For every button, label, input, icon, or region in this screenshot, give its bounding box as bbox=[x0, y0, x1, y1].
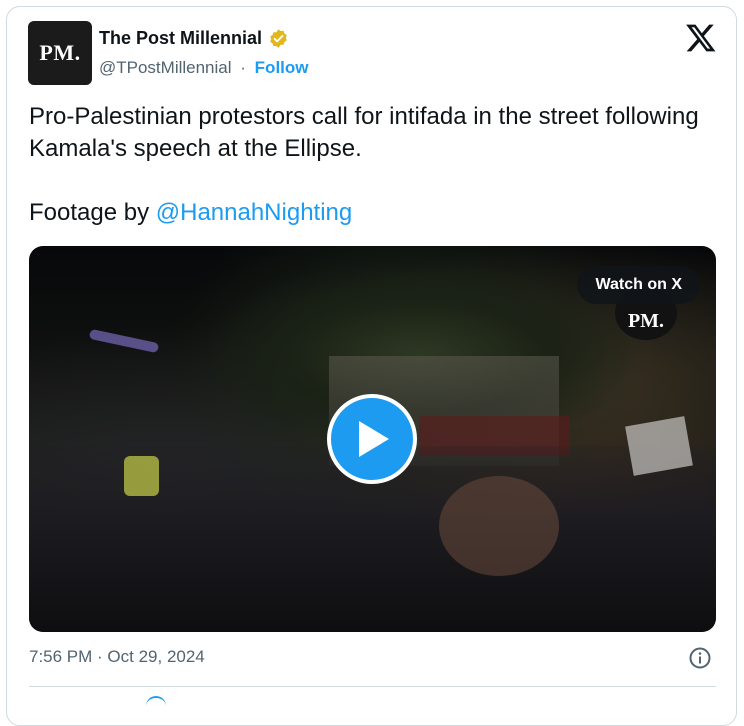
x-logo-icon[interactable] bbox=[684, 22, 716, 54]
handle-row: @TPostMillennial · Follow bbox=[99, 58, 309, 78]
tweet-body: Pro-Palestinian protestors call for inti… bbox=[29, 103, 699, 162]
avatar[interactable]: PM. bbox=[28, 21, 92, 85]
watermark-text: PM. bbox=[627, 309, 665, 332]
tweet-footage-line: Footage by @HannahNighting bbox=[29, 197, 719, 229]
play-button[interactable] bbox=[327, 394, 417, 484]
info-icon[interactable] bbox=[688, 646, 712, 670]
account-name[interactable]: The Post Millennial bbox=[99, 28, 262, 49]
divider bbox=[29, 686, 716, 687]
mention-link[interactable]: @HannahNighting bbox=[156, 199, 353, 226]
account-name-row[interactable]: The Post Millennial bbox=[99, 28, 289, 49]
footage-prefix: Footage by bbox=[29, 199, 156, 226]
video-player[interactable]: PM. Watch on X bbox=[29, 246, 716, 632]
account-handle[interactable]: @TPostMillennial bbox=[99, 58, 232, 77]
follow-button[interactable]: Follow bbox=[255, 58, 309, 77]
watch-on-x-button[interactable]: Watch on X bbox=[577, 266, 700, 304]
video-frame-sign bbox=[625, 416, 693, 476]
play-icon bbox=[359, 421, 389, 457]
video-frame-protester bbox=[439, 476, 559, 576]
watch-on-x-label: Watch on X bbox=[595, 276, 682, 293]
separator-dot: · bbox=[240, 58, 246, 77]
avatar-text: PM. bbox=[39, 40, 81, 65]
video-frame-police-vest bbox=[124, 456, 159, 496]
video-frame-purple-lights bbox=[88, 328, 160, 354]
tweet-text: Pro-Palestinian protestors call for inti… bbox=[29, 101, 719, 229]
tweet-timestamp[interactable]: 7:56 PM · Oct 29, 2024 bbox=[29, 647, 205, 667]
verified-badge-icon bbox=[270, 29, 287, 48]
